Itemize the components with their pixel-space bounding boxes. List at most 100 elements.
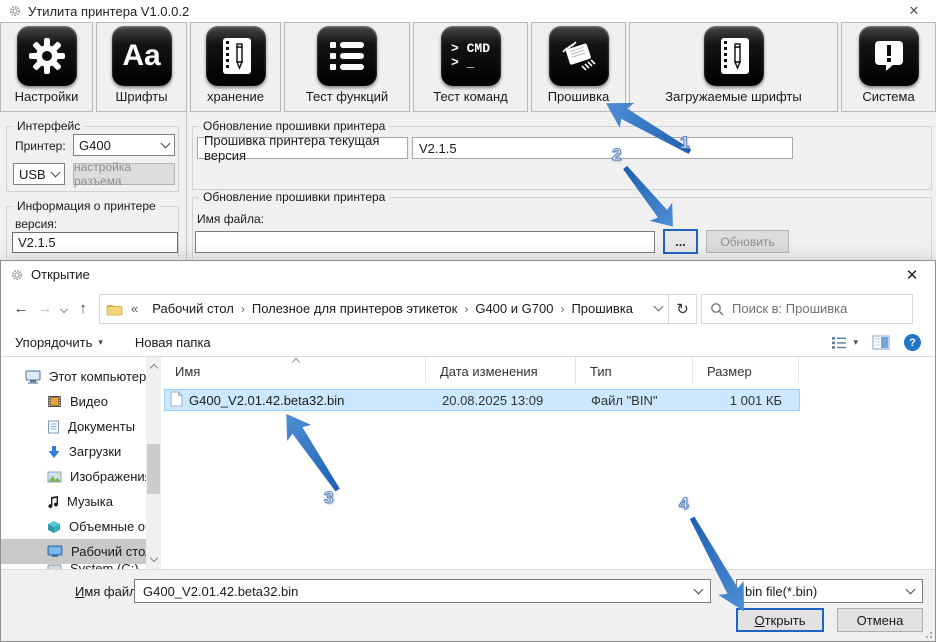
sidebar-item-label: Документы (68, 419, 135, 434)
refresh-button[interactable]: ↻ (669, 294, 697, 324)
version-field[interactable]: V2.1.5 (12, 232, 178, 253)
dialog-titlebar: Открытие ✕ (1, 261, 935, 288)
view-mode-button[interactable]: ▾ (831, 336, 858, 350)
address-bar[interactable]: « Рабочий стол › Полезное для принтеров … (99, 294, 669, 324)
toolbar-label: Система (862, 89, 914, 104)
picture-icon (47, 471, 62, 483)
main-toolbar: Настройки Aa Шрифты хранение (0, 22, 936, 112)
file-icon (170, 391, 183, 410)
preview-pane-icon[interactable] (872, 335, 890, 350)
toolbar-button-settings[interactable]: Настройки (0, 22, 93, 112)
toolbar-button-test-functions[interactable]: Тест функций (284, 22, 410, 112)
dialog-command-bar: Упорядочить▾ Новая папка ▾ ? (1, 329, 935, 357)
sidebar-scrollbar[interactable] (146, 357, 161, 569)
sidebar-item-3d-objects[interactable]: Объемные объекты (1, 514, 146, 539)
music-note-icon (47, 495, 59, 509)
sidebar-item-this-pc[interactable]: Этот компьютер (1, 364, 146, 389)
sidebar-item-documents[interactable]: Документы (1, 414, 146, 439)
firmware-update-group: Обновление прошивки принтера Имя файла: … (192, 197, 932, 259)
main-titlebar: Утилита принтера V1.0.0.2 ✕ (0, 0, 936, 22)
sidebar-item-desktop[interactable]: Рабочий стол (1, 539, 146, 564)
interface-group: Интерфейс Принтер: G400 USB настройка ра… (6, 126, 179, 192)
search-box[interactable]: Поиск в: Прошивка (701, 294, 913, 324)
new-folder-button[interactable]: Новая папка (135, 335, 211, 350)
sidebar-item-music[interactable]: Музыка (1, 489, 146, 514)
address-chevron-icon[interactable] (654, 302, 664, 312)
up-button[interactable]: ↑ (71, 300, 95, 317)
list-icon (317, 26, 377, 86)
column-header-type[interactable]: Тип (576, 357, 693, 383)
sidebar-item-videos[interactable]: Видео (1, 389, 146, 414)
help-button[interactable]: ? (904, 334, 921, 351)
sort-asc-icon (292, 358, 300, 366)
back-button[interactable]: ← (9, 300, 33, 317)
scroll-up-icon[interactable] (149, 364, 157, 372)
update-button[interactable]: Обновить (706, 230, 789, 253)
list-view-icon (831, 336, 847, 350)
sidebar: Этот компьютер Видео Документы (1, 357, 161, 569)
search-text: Поиск в: Прошивка (732, 301, 847, 316)
sidebar-item-label: Видео (70, 394, 108, 409)
dialog-footer: Имя файла: G400_V2.01.42.beta32.bin bin … (1, 569, 935, 641)
organize-menu[interactable]: Упорядочить▾ (15, 335, 103, 350)
toolbar-label: хранение (207, 89, 264, 104)
resize-grip[interactable] (924, 630, 932, 638)
toolbar-button-system[interactable]: Система (841, 22, 936, 112)
group-legend: Обновление прошивки принтера (199, 119, 389, 133)
port-select[interactable]: USB (13, 163, 65, 185)
toolbar-button-downloadable-fonts[interactable]: Загружаемые шрифты (629, 22, 838, 112)
group-legend: Интерфейс (13, 119, 84, 133)
file-list: Имя Дата изменения Тип Размер (161, 357, 935, 569)
file-name-combobox[interactable]: G400_V2.01.42.beta32.bin (134, 579, 711, 603)
dialog-close-button[interactable]: ✕ (898, 266, 926, 284)
breadcrumb-segment[interactable]: Полезное для принтеров этикеток (252, 301, 458, 316)
sidebar-item-downloads[interactable]: Загрузки (1, 439, 146, 464)
firmware-file-label: Имя файла: (197, 212, 264, 226)
desktop-icon (47, 545, 63, 558)
dialog-navbar: ← → ↑ « Рабочий стол › Полезное для прин… (1, 288, 935, 329)
cancel-button[interactable]: Отмена (837, 608, 923, 632)
sidebar-item-label: Рабочий стол (71, 544, 146, 559)
file-type: Файл "BIN" (577, 393, 694, 408)
file-size: 1 001 КБ (694, 393, 794, 408)
nav-history-chevron-icon[interactable] (60, 304, 68, 312)
panel-divider (186, 112, 187, 260)
app-icon (8, 4, 22, 18)
breadcrumb-segment[interactable]: Рабочий стол (152, 301, 234, 316)
scrollbar-thumb[interactable] (147, 444, 160, 494)
group-legend: Информация о принтере (13, 199, 160, 213)
file-row-selected[interactable]: G400_V2.01.42.beta32.bin 20.08.2025 13:0… (164, 389, 800, 411)
column-header-size[interactable]: Размер (693, 357, 799, 383)
column-header-date[interactable]: Дата изменения (426, 357, 576, 383)
step-number-4: 4 (679, 494, 688, 514)
chevron-down-icon (51, 167, 61, 177)
sidebar-item-pictures[interactable]: Изображения (1, 464, 146, 489)
main-close-button[interactable]: ✕ (900, 3, 928, 19)
cube-icon (47, 520, 61, 534)
folder-icon (106, 302, 124, 316)
alert-bubble-icon (859, 26, 919, 86)
toolbar-button-fonts[interactable]: Aa Шрифты (96, 22, 187, 112)
computer-icon (25, 370, 41, 384)
port-config-button[interactable]: настройка разъема (73, 163, 175, 185)
version-label: версия: (15, 217, 57, 231)
browse-button[interactable]: ... (663, 229, 698, 254)
toolbar-label: Прошивка (548, 89, 610, 104)
column-header-name[interactable]: Имя (161, 357, 426, 383)
sidebar-item-label: Этот компьютер (49, 369, 146, 384)
breadcrumb-segment[interactable]: G400 и G700 (475, 301, 553, 316)
firmware-current-version-field: V2.1.5 (412, 137, 793, 159)
breadcrumb-segment[interactable]: Прошивка (571, 301, 633, 316)
forward-button[interactable]: → (33, 300, 57, 317)
printer-select[interactable]: G400 (73, 134, 175, 156)
firmware-current-group: Обновление прошивки принтера Прошивка пр… (192, 126, 932, 190)
open-button[interactable]: Открыть (736, 608, 824, 632)
column-headers: Имя Дата изменения Тип Размер (161, 357, 935, 383)
firmware-file-input[interactable] (195, 231, 655, 253)
toolbar-button-test-commands[interactable]: > CMD > _ Тест команд (413, 22, 528, 112)
file-type-select[interactable]: bin file(*.bin) (736, 579, 923, 603)
main-window-title: Утилита принтера V1.0.0.2 (28, 4, 189, 19)
search-icon (710, 302, 724, 316)
toolbar-button-storage[interactable]: хранение (190, 22, 281, 112)
scroll-down-icon[interactable] (149, 554, 157, 562)
